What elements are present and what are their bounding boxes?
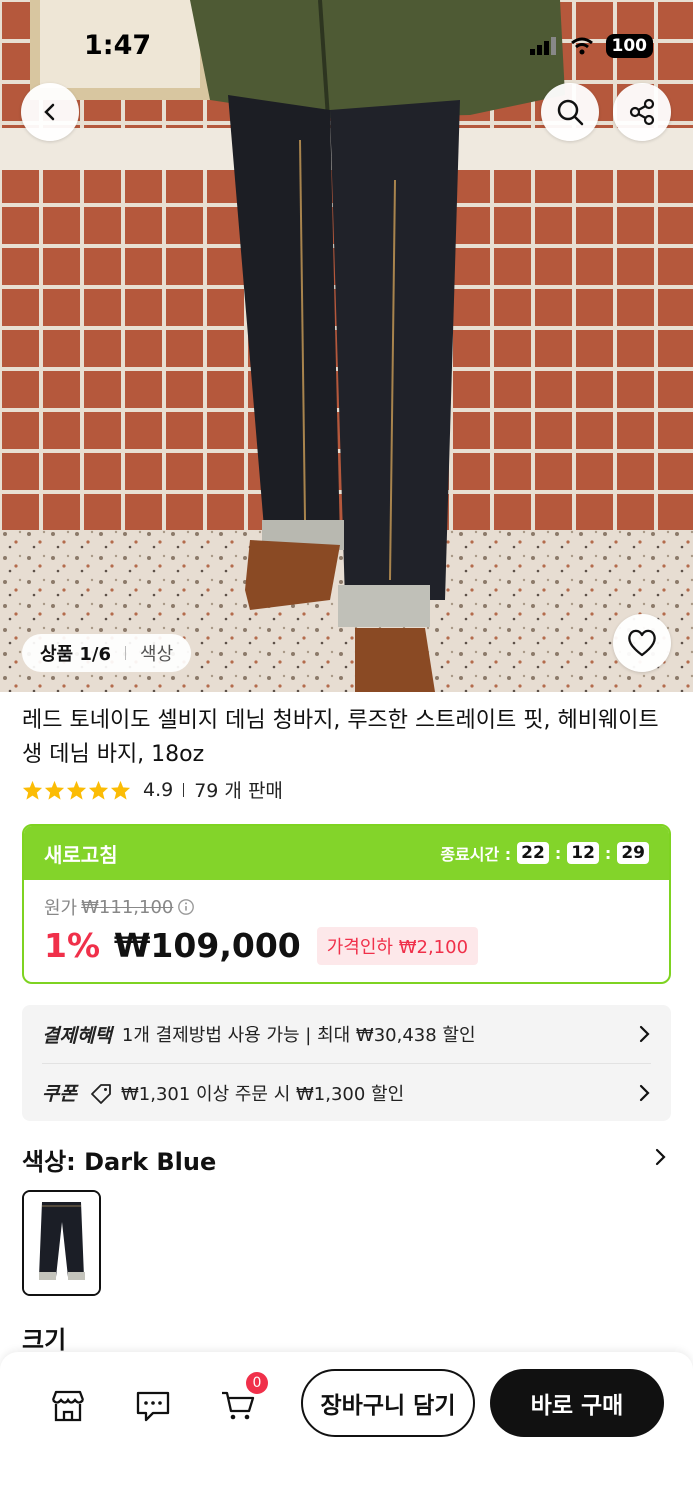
star-icon xyxy=(22,780,43,800)
original-price: ₩111,100 xyxy=(81,896,174,918)
jeans-thumbnail xyxy=(24,1192,99,1294)
cart-icon xyxy=(222,1391,255,1420)
search-button[interactable] xyxy=(541,83,599,141)
payment-benefit-row[interactable]: 결제혜택 1개 결제방법 사용 가능 | 최대 ₩30,438 할인 xyxy=(42,1005,651,1063)
coupon-label: 쿠폰 xyxy=(42,1083,77,1105)
status-bar: 1:47 100 xyxy=(0,0,693,92)
chat-button[interactable] xyxy=(133,1386,173,1426)
signal-icon xyxy=(529,37,556,55)
info-icon[interactable] xyxy=(177,898,195,916)
deal-body: 원가 ₩111,100 1% ₩109,000 가격인하 ₩2,100 xyxy=(24,880,669,979)
image-tag: 색상 xyxy=(140,644,174,665)
search-icon xyxy=(557,99,584,126)
discount-rate: 1% xyxy=(44,926,101,965)
divider xyxy=(125,646,127,660)
cart-count-badge: 0 xyxy=(246,1372,268,1394)
deal-header: 새로고침 종료시간 : 22 : 12 : 29 xyxy=(24,826,669,880)
star-icon xyxy=(88,780,109,800)
rating-row[interactable]: 4.9 79 개 판매 xyxy=(22,776,283,803)
store-icon xyxy=(51,1390,85,1422)
bottom-action-bar: 0 장바구니 담기 바로 구매 xyxy=(0,1352,693,1500)
color-option-title[interactable]: 색상: Dark Blue xyxy=(22,1142,216,1177)
back-button[interactable] xyxy=(21,83,79,141)
timer-label: 종료시간 : xyxy=(440,845,512,864)
timer-seconds: 29 xyxy=(617,842,649,864)
star-icon xyxy=(66,780,87,800)
star-icon xyxy=(44,780,65,800)
heart-icon xyxy=(628,629,656,657)
status-time: 1:47 xyxy=(84,30,152,61)
color-swatch-dark-blue[interactable] xyxy=(22,1190,101,1296)
price-row: 1% ₩109,000 가격인하 ₩2,100 xyxy=(44,926,649,965)
tag-icon xyxy=(91,1083,111,1104)
coupon-row[interactable]: 쿠폰 ₩1,301 이상 주문 시 ₩1,300 할인 xyxy=(42,1063,651,1121)
rating-stars xyxy=(22,780,131,800)
sold-count: 79 개 판매 xyxy=(194,780,283,802)
chevron-right-icon xyxy=(639,1025,650,1043)
battery-indicator: 100 xyxy=(605,34,653,58)
payment-benefit-label: 결제혜택 xyxy=(42,1024,112,1047)
deal-label: 새로고침 xyxy=(44,842,118,867)
benefit-box: 결제혜택 1개 결제방법 사용 가능 | 최대 ₩30,438 할인 쿠폰 ₩1… xyxy=(22,1005,671,1121)
chevron-right-icon[interactable] xyxy=(653,1147,667,1167)
timer-colon: : xyxy=(554,843,562,863)
share-icon xyxy=(629,98,655,126)
wifi-icon xyxy=(570,37,593,55)
timer-minutes: 12 xyxy=(567,842,599,864)
buy-now-button[interactable]: 바로 구매 xyxy=(490,1369,664,1437)
image-counter-value: 상품 1/6 xyxy=(40,644,112,665)
size-option-title: 크기 xyxy=(22,1326,67,1354)
product-title: 레드 토네이도 셀비지 데님 청바지, 루즈한 스트레이트 핏, 헤비웨이트 생… xyxy=(22,708,659,767)
star-icon xyxy=(110,780,131,800)
status-icons: 100 xyxy=(529,34,653,58)
divider xyxy=(183,782,185,797)
countdown-timer: 종료시간 : 22 : 12 : 29 xyxy=(440,841,649,865)
price-cut-badge: 가격인하 ₩2,100 xyxy=(316,926,479,965)
original-price-label: 원가 xyxy=(44,898,78,919)
wishlist-button[interactable] xyxy=(613,614,671,672)
image-counter[interactable]: 상품 1/6 색상 xyxy=(22,634,192,672)
timer-hours: 22 xyxy=(517,842,549,864)
store-button[interactable] xyxy=(48,1386,88,1426)
original-price-row: 원가 ₩111,100 xyxy=(44,894,649,920)
coupon-text: ₩1,301 이상 주문 시 ₩1,300 할인 xyxy=(120,1083,405,1105)
payment-benefit-text: 1개 결제방법 사용 가능 | 최대 ₩30,438 할인 xyxy=(121,1025,476,1046)
sale-price: ₩109,000 xyxy=(114,926,301,965)
share-button[interactable] xyxy=(613,83,671,141)
deal-box: 새로고침 종료시간 : 22 : 12 : 29 원가 ₩111,100 1% … xyxy=(22,824,671,984)
chevron-left-icon xyxy=(44,103,55,121)
chevron-right-icon xyxy=(639,1084,650,1102)
chat-icon xyxy=(136,1391,170,1422)
rating-value: 4.9 xyxy=(143,778,174,801)
timer-colon: : xyxy=(604,843,612,863)
add-to-cart-button[interactable]: 장바구니 담기 xyxy=(301,1369,475,1437)
